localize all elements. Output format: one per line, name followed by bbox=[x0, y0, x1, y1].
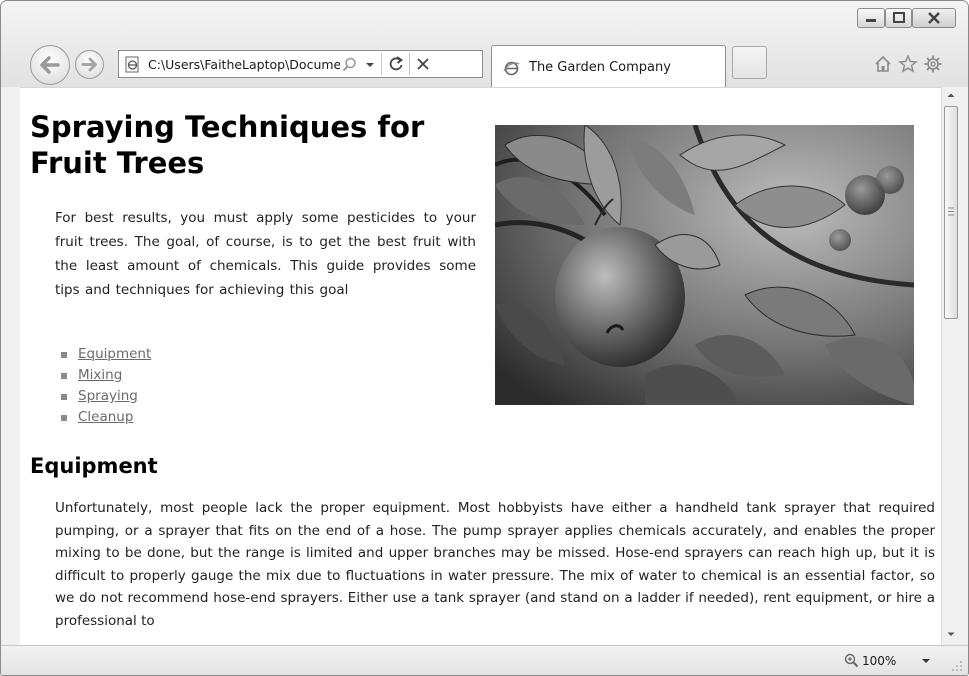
scroll-down-icon[interactable] bbox=[942, 625, 960, 643]
new-tab-button[interactable] bbox=[732, 46, 767, 79]
minimize-button[interactable] bbox=[857, 8, 885, 28]
zoom-icon[interactable] bbox=[844, 653, 859, 668]
chevron-down-icon[interactable] bbox=[363, 56, 377, 73]
intro-paragraph: For best results, you must apply some pe… bbox=[55, 210, 476, 298]
forward-button[interactable] bbox=[75, 50, 104, 79]
toc-link-mixing[interactable]: Mixing bbox=[78, 367, 122, 383]
grip-icon bbox=[948, 207, 954, 216]
tab-the-garden-company[interactable]: The Garden Company bbox=[491, 45, 726, 87]
bullet bbox=[61, 415, 67, 421]
toc-link-equipment[interactable]: Equipment bbox=[78, 346, 151, 362]
toc-item: Mixing bbox=[58, 365, 151, 386]
home-icon[interactable] bbox=[873, 54, 893, 74]
apple-tree-photo bbox=[495, 125, 914, 405]
vertical-scrollbar[interactable] bbox=[941, 87, 960, 645]
star-icon[interactable] bbox=[898, 54, 918, 74]
toc-link-spraying[interactable]: Spraying bbox=[78, 388, 138, 404]
close-window-button[interactable] bbox=[912, 8, 956, 28]
close-icon bbox=[928, 12, 940, 24]
address-divider bbox=[381, 53, 382, 75]
bullet bbox=[61, 373, 67, 379]
close-icon[interactable] bbox=[410, 53, 436, 76]
browser-window: C:\Users\FaitheLaptop\Documents\M The Ga… bbox=[0, 0, 969, 676]
ie-page-icon bbox=[503, 61, 520, 76]
page-content[interactable]: Spraying Techniques for Fruit Trees For … bbox=[20, 87, 941, 646]
tab-title: The Garden Company bbox=[529, 60, 671, 75]
address-text[interactable]: C:\Users\FaitheLaptop\Documents\M bbox=[148, 57, 340, 72]
section-title-equipment: Equipment bbox=[30, 454, 158, 478]
page-title: Spraying Techniques for Fruit Trees bbox=[30, 110, 425, 180]
toc-item: Spraying bbox=[58, 386, 151, 407]
forward-arrow-icon bbox=[81, 57, 97, 72]
maximize-icon bbox=[893, 12, 905, 23]
chevron-down-icon[interactable] bbox=[919, 654, 933, 668]
browser-toolbar: C:\Users\FaitheLaptop\Documents\M The Ga… bbox=[1, 1, 968, 87]
refresh-icon[interactable] bbox=[383, 53, 409, 76]
zoom-level[interactable]: 100% bbox=[862, 654, 896, 668]
page-icon bbox=[125, 56, 139, 73]
toc-link-cleanup[interactable]: Cleanup bbox=[78, 409, 133, 425]
bullet bbox=[61, 394, 67, 400]
equipment-paragraph: Unfortunately, most people lack the prop… bbox=[55, 500, 935, 629]
back-button[interactable] bbox=[30, 45, 70, 85]
address-bar[interactable]: C:\Users\FaitheLaptop\Documents\M bbox=[118, 50, 483, 78]
minimize-icon bbox=[866, 19, 876, 22]
scroll-up-icon[interactable] bbox=[942, 87, 960, 105]
gear-icon[interactable] bbox=[923, 54, 943, 74]
search-icon[interactable] bbox=[341, 56, 358, 73]
toc-item: Equipment bbox=[58, 344, 151, 365]
maximize-button[interactable] bbox=[885, 8, 912, 28]
back-arrow-icon bbox=[40, 56, 60, 74]
resize-grip-icon[interactable] bbox=[949, 658, 964, 673]
bullet bbox=[61, 352, 67, 358]
status-bar: 100% bbox=[1, 645, 968, 675]
toc-item: Cleanup bbox=[58, 407, 151, 428]
table-of-contents: Equipment Mixing Spraying Cleanup bbox=[58, 344, 151, 428]
scroll-thumb[interactable] bbox=[944, 106, 958, 319]
